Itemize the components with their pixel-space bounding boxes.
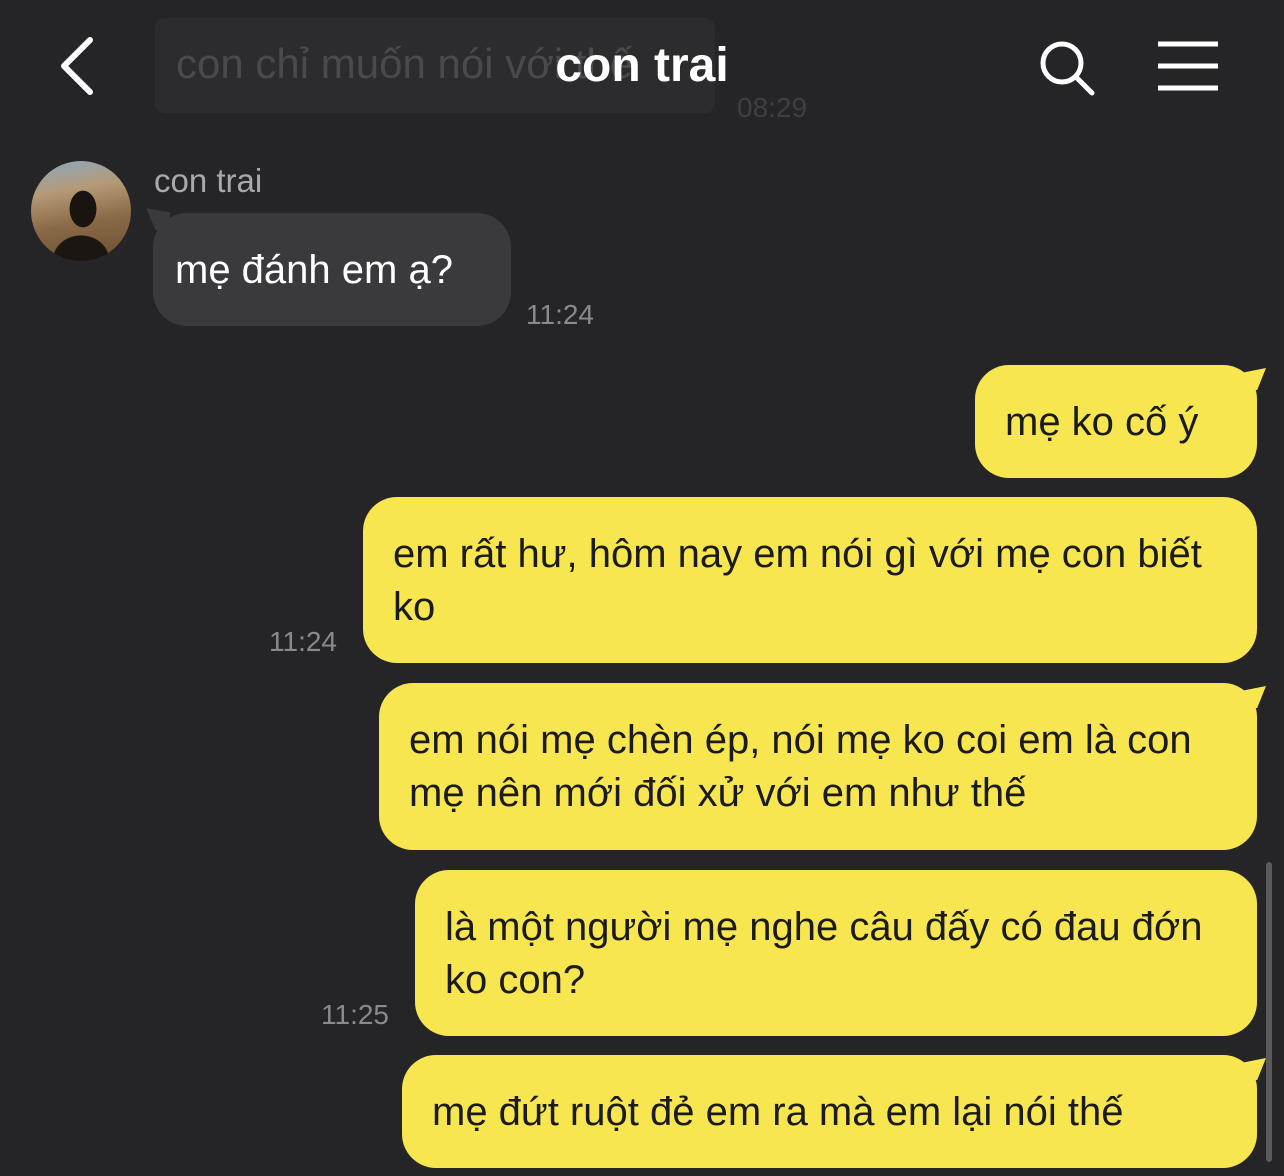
message-text: mẹ đánh em ạ? xyxy=(175,248,453,292)
sender-name: con trai xyxy=(154,162,263,199)
message-text: mẹ đứt ruột đẻ em ra mà em lại nói thế xyxy=(432,1090,1124,1134)
message-text: em nói mẹ chèn ép, nói mẹ ko coi em là c… xyxy=(409,718,1192,815)
message-bubble-outgoing[interactable]: mẹ ko cố ý xyxy=(975,365,1257,478)
message-text: mẹ ko cố ý xyxy=(1005,400,1199,444)
message-text: là một người mẹ nghe câu đấy có đau đớn … xyxy=(445,905,1203,1002)
message-bubble-outgoing[interactable]: mẹ đứt ruột đẻ em ra mà em lại nói thế xyxy=(402,1055,1257,1168)
message-time: 11:24 xyxy=(526,299,594,330)
message-bubble-outgoing[interactable]: em nói mẹ chèn ép, nói mẹ ko coi em là c… xyxy=(379,683,1257,850)
contact-avatar[interactable] xyxy=(31,161,131,261)
message-text: em rất hư, hôm nay em nói gì với mẹ con … xyxy=(393,532,1202,629)
message-time: 11:25 xyxy=(321,999,389,1030)
search-button[interactable] xyxy=(1035,36,1099,100)
message-time: 11:24 xyxy=(269,626,337,657)
message-bubble-incoming[interactable]: mẹ đánh em ạ? xyxy=(153,213,511,326)
pinned-message-time: 08:29 xyxy=(737,92,808,123)
hamburger-menu-icon xyxy=(1158,41,1218,91)
message-bubble-outgoing[interactable]: là một người mẹ nghe câu đấy có đau đớn … xyxy=(415,870,1257,1036)
search-icon xyxy=(1040,41,1095,96)
menu-button[interactable] xyxy=(1155,38,1221,94)
message-bubble-outgoing[interactable]: em rất hư, hôm nay em nói gì với mẹ con … xyxy=(363,497,1257,663)
scrollbar[interactable] xyxy=(1266,862,1272,1162)
